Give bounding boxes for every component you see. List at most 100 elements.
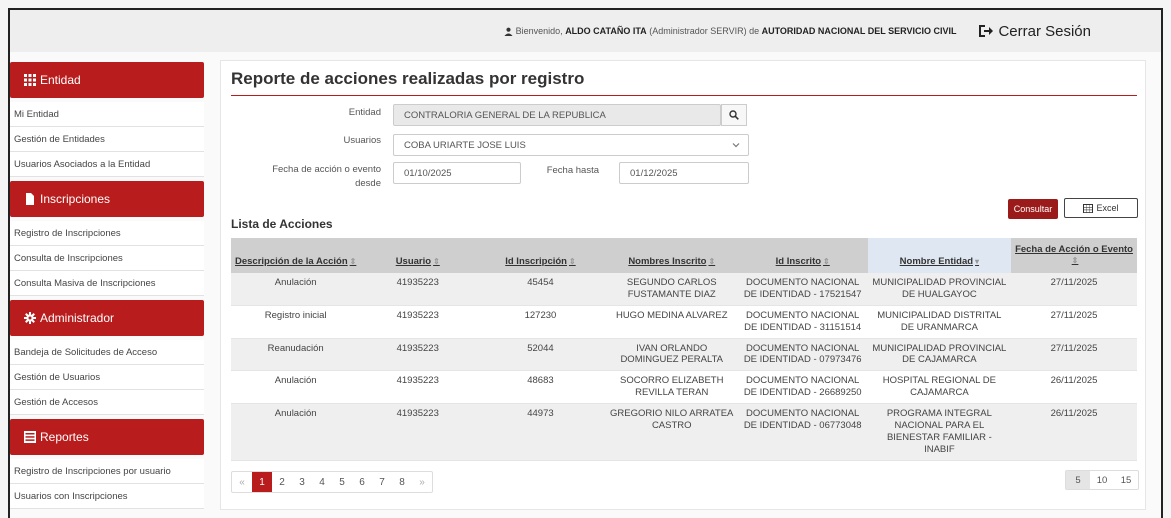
column-header-label: Nombres Inscrito <box>628 256 707 267</box>
cell-usuario: 41935223 <box>360 338 476 372</box>
sidebar-section-label: Administrador <box>40 311 115 325</box>
page-size-selector: 5 10 15 <box>1065 470 1139 490</box>
consultar-button[interactable]: Consultar <box>1008 199 1058 219</box>
column-header-id-inscrito[interactable]: Id Inscrito ⇕ <box>737 238 868 273</box>
pagination-page[interactable]: 5 <box>332 472 352 492</box>
cell-nombres-inscrito: HUGO MEDINA ALVAREZ <box>605 305 738 339</box>
pagination-next[interactable]: » <box>412 472 432 492</box>
cell-nombre-entidad: PROGRAMA INTEGRAL NACIONAL PARA EL BIENE… <box>867 403 1012 461</box>
sidebar-item-consulta-masiva[interactable]: Consulta Masiva de Inscripciones <box>10 271 204 296</box>
fecha-desde-input[interactable]: 01/10/2025 <box>393 162 521 184</box>
sort-icon: ⇕ <box>823 257 830 266</box>
column-header-label: Usuario <box>395 256 432 267</box>
cell-usuario: 41935223 <box>360 273 476 306</box>
pagination-page[interactable]: 3 <box>292 472 312 492</box>
sidebar-section-entidad[interactable]: Entidad <box>10 62 204 98</box>
column-header-nombres-inscrito[interactable]: Nombres Inscrito ⇕ <box>605 238 738 273</box>
page-size-option[interactable]: 10 <box>1090 471 1114 489</box>
sidebar-item-consulta-inscripciones[interactable]: Consulta de Inscripciones <box>10 246 204 271</box>
sort-icon: ⇕ <box>433 257 440 266</box>
table-row[interactable]: Reanudación 41935223 52044 IVAN ORLANDO … <box>231 338 1137 372</box>
sidebar-item-gestion-usuarios[interactable]: Gestión de Usuarios <box>10 365 204 390</box>
column-header-descripcion[interactable]: Descripción de la Acción ⇕ <box>231 238 361 273</box>
sidebar-item-bandeja-solicitudes[interactable]: Bandeja de Solicitudes de Acceso <box>10 340 204 365</box>
column-header-label: Id Inscripción <box>505 256 567 267</box>
pagination-page[interactable]: 6 <box>352 472 372 492</box>
sort-desc-icon: ▾ <box>975 257 980 266</box>
cell-nombres-inscrito: IVAN ORLANDO DOMINGUEZ PERALTA <box>605 338 738 372</box>
excel-label: Excel <box>1096 203 1119 213</box>
cell-nombre-entidad: MUNICIPALIDAD DISTRITAL DE URANMARCA <box>867 305 1012 339</box>
cell-descripcion: Anulación <box>231 403 361 461</box>
cell-descripcion: Registro inicial <box>231 305 361 339</box>
acciones-table: Descripción de la Acción ⇕ Usuario ⇕ Id In… <box>231 238 1137 461</box>
sidebar-item-gestion-entidades[interactable]: Gestión de Entidades <box>10 127 204 152</box>
excel-button[interactable]: Excel <box>1064 198 1138 218</box>
sidebar-section-reportes[interactable]: Reportes <box>10 419 204 455</box>
pagination-page[interactable]: 7 <box>372 472 392 492</box>
pagination-prev[interactable]: « <box>232 472 252 492</box>
chevron-down-icon <box>732 143 740 148</box>
table-header-row: Descripción de la Acción ⇕ Usuario ⇕ Id In… <box>231 238 1137 273</box>
pagination-page[interactable]: 4 <box>312 472 332 492</box>
fecha-hasta-input[interactable]: 01/12/2025 <box>619 162 749 184</box>
search-icon <box>729 110 739 120</box>
sidebar-section-administrador[interactable]: Administrador <box>10 300 204 336</box>
cell-id-inscrito: DOCUMENTO NACIONAL DE IDENTIDAD - 266892… <box>737 370 868 404</box>
cell-id-inscrito: DOCUMENTO NACIONAL DE IDENTIDAD - 067730… <box>737 403 868 461</box>
column-header-label: Id Inscrito <box>775 256 822 267</box>
list-title: Lista de Acciones <box>231 217 333 231</box>
top-bar: Bienvenido, ALDO CATAÑO ITA (Administrad… <box>10 10 1161 52</box>
user-organization: AUTORIDAD NACIONAL DEL SERVICIO CIVIL <box>761 26 957 36</box>
sidebar-item-usuarios-asociados[interactable]: Usuarios Asociados a la Entidad <box>10 152 204 177</box>
title-divider <box>231 95 1137 96</box>
fecha-hasta-label: Fecha hasta <box>546 165 599 176</box>
page-size-option[interactable]: 5 <box>1066 471 1090 489</box>
page-size-option[interactable]: 15 <box>1114 471 1138 489</box>
file-icon <box>26 193 34 205</box>
sidebar-item-usuarios-con-inscripciones[interactable]: Usuarios con Inscripciones <box>10 484 204 509</box>
cell-id-inscripcion: 44973 <box>475 403 606 461</box>
table-row[interactable]: Anulación 41935223 45454 SEGUNDO CARLOS … <box>231 273 1137 306</box>
logout-button[interactable]: Cerrar Sesión <box>978 23 1091 40</box>
logout-icon <box>979 25 994 37</box>
pagination-page[interactable]: 1 <box>252 472 272 492</box>
sidebar-section-label: Reportes <box>40 430 89 444</box>
table-row[interactable]: Anulación 41935223 44973 GREGORIO NILO A… <box>231 403 1137 461</box>
logout-label: Cerrar Sesión <box>998 22 1091 40</box>
cell-id-inscripcion: 48683 <box>475 370 606 404</box>
entidad-search-button[interactable] <box>721 104 747 126</box>
sidebar-item-registro-inscripciones[interactable]: Registro de Inscripciones <box>10 221 204 246</box>
sidebar-section-inscripciones[interactable]: Inscripciones <box>10 181 204 217</box>
column-header-usuario[interactable]: Usuario ⇕ <box>360 238 476 273</box>
list-icon <box>24 431 36 443</box>
sidebar: Entidad Mi Entidad Gestión de Entidades … <box>10 58 204 510</box>
sidebar-item-mi-entidad[interactable]: Mi Entidad <box>10 102 204 127</box>
column-header-id-inscripcion[interactable]: Id Inscripción ⇕ <box>475 238 606 273</box>
sidebar-item-registro-por-usuario[interactable]: Registro de Inscripciones por usuario <box>10 459 204 484</box>
sidebar-section-label: Entidad <box>40 73 81 87</box>
usuarios-selected-value: COBA URIARTE JOSE LUIS <box>404 139 526 151</box>
pagination-page[interactable]: 2 <box>272 472 292 492</box>
cell-id-inscripcion: 52044 <box>475 338 606 372</box>
usuarios-select[interactable]: COBA URIARTE JOSE LUIS <box>393 134 749 156</box>
cell-descripcion: Anulación <box>231 273 361 306</box>
entidad-field[interactable]: CONTRALORIA GENERAL DE LA REPUBLICA <box>393 104 721 126</box>
column-header-label: Fecha de Acción o Evento <box>1015 244 1133 255</box>
table-icon <box>1083 203 1094 213</box>
sort-icon: ⇕ <box>708 257 716 266</box>
cell-nombres-inscrito: SEGUNDO CARLOS FUSTAMANTE DIAZ <box>605 273 738 306</box>
usuarios-label: Usuarios <box>343 135 382 146</box>
welcome-text: Bienvenido, <box>515 26 563 36</box>
cell-usuario: 41935223 <box>360 403 476 461</box>
column-header-fecha[interactable]: Fecha de Acción o Evento ⇕ <box>1011 238 1137 273</box>
pagination-page[interactable]: 8 <box>392 472 412 492</box>
table-row[interactable]: Registro inicial 41935223 127230 HUGO ME… <box>231 305 1137 339</box>
cell-nombre-entidad: MUNICIPALIDAD PROVINCIAL DE CAJAMARCA <box>867 338 1012 372</box>
cell-fecha: 26/11/2025 <box>1011 370 1137 404</box>
column-header-nombre-entidad[interactable]: Nombre Entidad ▾ <box>867 238 1012 273</box>
sidebar-item-gestion-accesos[interactable]: Gestión de Accesos <box>10 390 204 415</box>
fecha-desde-label-line2: desde <box>355 178 381 189</box>
entidad-label: Entidad <box>348 107 381 118</box>
table-row[interactable]: Anulación 41935223 48683 SOCORRO ELIZABE… <box>231 370 1137 404</box>
